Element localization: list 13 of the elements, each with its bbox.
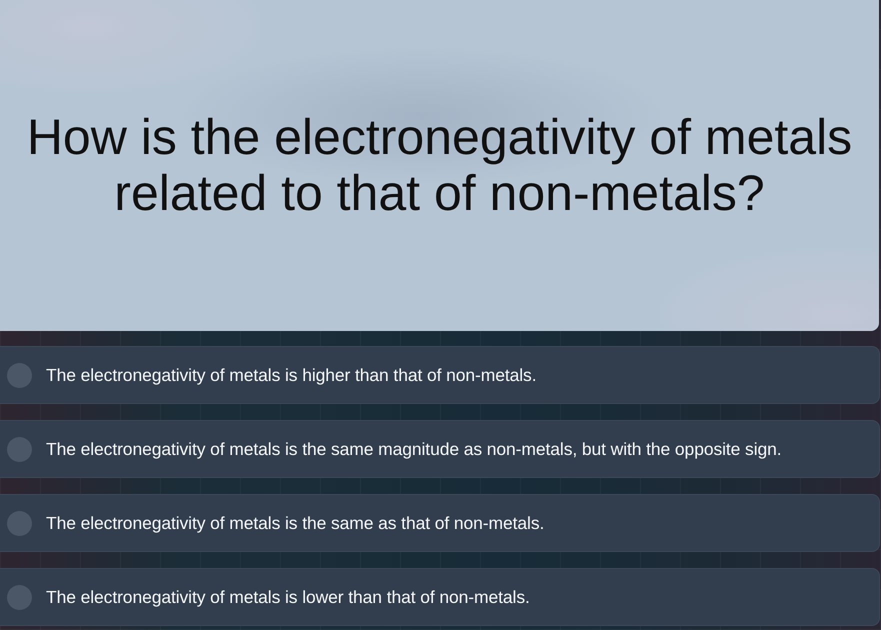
answer-option[interactable]: The electronegativity of metals is lower than that of non-metals. bbox=[0, 568, 880, 626]
question-text: How is the electronegativity of metals related to that of non-metals? bbox=[26, 108, 854, 220]
answer-option[interactable]: The electronegativity of metals is the same as that of non-metals. bbox=[0, 494, 880, 552]
option-text: The electronegativity of metals is lower than that of non-metals. bbox=[46, 586, 530, 608]
option-text: The electronegativity of metals is the same magnitude as non-metals, but with the opposite sign. bbox=[46, 438, 782, 460]
option-text: The electronegativity of metals is higher than that of non-metals. bbox=[46, 364, 536, 386]
answer-option[interactable]: The electronegativity of metals is the same magnitude as non-metals, but with the opposite sign. bbox=[0, 420, 880, 478]
radio-icon[interactable] bbox=[7, 584, 32, 610]
answer-option[interactable]: The electronegativity of metals is higher than that of non-metals. bbox=[0, 346, 880, 404]
radio-icon[interactable] bbox=[7, 362, 32, 388]
option-text: The electronegativity of metals is the same as that of non-metals. bbox=[46, 512, 544, 534]
radio-icon[interactable] bbox=[7, 510, 32, 536]
radio-icon[interactable] bbox=[7, 436, 32, 462]
